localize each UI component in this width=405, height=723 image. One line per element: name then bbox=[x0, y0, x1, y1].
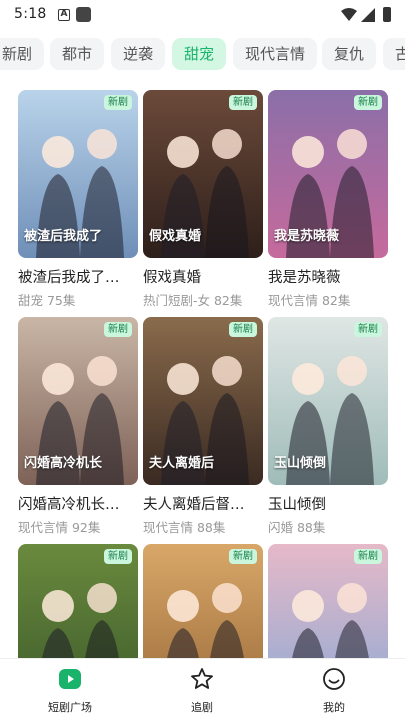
drama-meta: 闪婚 88集 bbox=[268, 520, 326, 535]
star-icon bbox=[191, 668, 213, 689]
poster-title-text: 我是苏晓薇 bbox=[274, 229, 340, 244]
nav-mine[interactable]: 我的 bbox=[284, 659, 384, 721]
poster-title-text: 玉山倾倒 bbox=[274, 456, 327, 471]
tab-gu[interactable]: 古 bbox=[383, 38, 405, 70]
new-badge: 新剧 bbox=[104, 95, 132, 110]
drama-card[interactable]: 假戏真婚 新剧假戏真婚热门短剧-女 82集 bbox=[143, 90, 263, 309]
new-badge: 新剧 bbox=[354, 322, 382, 337]
nav-drama-square[interactable]: 短剧广场 bbox=[20, 659, 120, 721]
new-badge: 新剧 bbox=[229, 322, 257, 337]
drama-card[interactable]: 我是苏晓薇 新剧我是苏晓薇现代言情 82集 bbox=[268, 90, 388, 309]
poster-title-text: 夫人离婚后 bbox=[149, 456, 215, 471]
status-time: 5:18 bbox=[14, 6, 47, 22]
new-badge: 新剧 bbox=[229, 95, 257, 110]
drama-meta: 现代言情 88集 bbox=[143, 520, 226, 535]
tab-dushi[interactable]: 都市 bbox=[50, 38, 105, 70]
tab-tianchong[interactable]: 甜宠 bbox=[172, 38, 227, 70]
drama-title[interactable]: 我是苏晓薇 bbox=[268, 266, 388, 287]
drama-poster[interactable]: 被渣后我成了 新剧 bbox=[18, 90, 138, 258]
notification-a-icon: A bbox=[58, 9, 70, 21]
poster-title-text: 假戏真婚 bbox=[149, 229, 202, 244]
bottom-nav: 短剧广场 追剧 我的 bbox=[0, 658, 405, 721]
drama-title[interactable]: 玉山倾倒 bbox=[268, 493, 388, 514]
tab-xinju[interactable]: 新剧 bbox=[0, 38, 45, 70]
tab-nixi[interactable]: 逆袭 bbox=[111, 38, 166, 70]
signal-icon bbox=[361, 8, 375, 22]
drama-meta: 现代言情 82集 bbox=[268, 293, 351, 308]
drama-meta: 现代言情 92集 bbox=[18, 520, 101, 535]
drama-meta: 热门短剧-女 82集 bbox=[143, 293, 243, 308]
drama-card[interactable]: 夫人离婚后 新剧夫人离婚后督… 现代言情 88集 bbox=[143, 317, 263, 536]
nav-label: 短剧广场 bbox=[48, 701, 92, 714]
status-bar: 5:18 A bbox=[0, 0, 405, 30]
drama-poster[interactable]: 闪婚高冷机长 新剧 bbox=[18, 317, 138, 485]
new-badge: 新剧 bbox=[354, 95, 382, 110]
drama-title[interactable]: 假戏真婚 bbox=[143, 266, 263, 287]
notification-app-icon bbox=[76, 7, 91, 22]
drama-card[interactable]: 玉山倾倒 新剧玉山倾倒闪婚 88集 bbox=[268, 317, 388, 536]
nav-label: 我的 bbox=[323, 701, 345, 714]
drama-poster[interactable]: 假戏真婚 新剧 bbox=[143, 90, 263, 258]
drama-poster[interactable]: 我是苏晓薇 新剧 bbox=[268, 90, 388, 258]
drama-title[interactable]: 夫人离婚后督… bbox=[143, 493, 263, 514]
nav-label: 追剧 bbox=[191, 701, 213, 714]
new-badge: 新剧 bbox=[354, 549, 382, 564]
drama-poster[interactable]: 夫人离婚后 新剧 bbox=[143, 317, 263, 485]
smile-icon bbox=[323, 668, 345, 690]
nav-follow[interactable]: 追剧 bbox=[152, 659, 252, 721]
drama-title[interactable]: 闪婚高冷机长… bbox=[18, 493, 138, 514]
new-badge: 新剧 bbox=[104, 549, 132, 564]
play-icon bbox=[59, 669, 81, 689]
wifi-icon bbox=[341, 8, 357, 21]
drama-poster[interactable]: 玉山倾倒 新剧 bbox=[268, 317, 388, 485]
poster-title-text: 被渣后我成了 bbox=[24, 229, 103, 244]
tab-fuchou[interactable]: 复仇 bbox=[322, 38, 377, 70]
drama-title[interactable]: 被渣后我成了… bbox=[18, 266, 138, 287]
category-tabs: 新剧 都市 逆袭 甜宠 现代言情 复仇 古 bbox=[0, 38, 405, 72]
drama-meta: 甜宠 75集 bbox=[18, 293, 76, 308]
drama-card[interactable]: 被渣后我成了 新剧被渣后我成了… 甜宠 75集 bbox=[18, 90, 138, 309]
new-badge: 新剧 bbox=[104, 322, 132, 337]
tab-xiandai-yanqing[interactable]: 现代言情 bbox=[233, 38, 318, 70]
drama-card[interactable]: 闪婚高冷机长 新剧闪婚高冷机长… 现代言情 92集 bbox=[18, 317, 138, 536]
battery-icon bbox=[383, 7, 391, 22]
poster-title-text: 闪婚高冷机长 bbox=[24, 456, 103, 471]
new-badge: 新剧 bbox=[229, 549, 257, 564]
